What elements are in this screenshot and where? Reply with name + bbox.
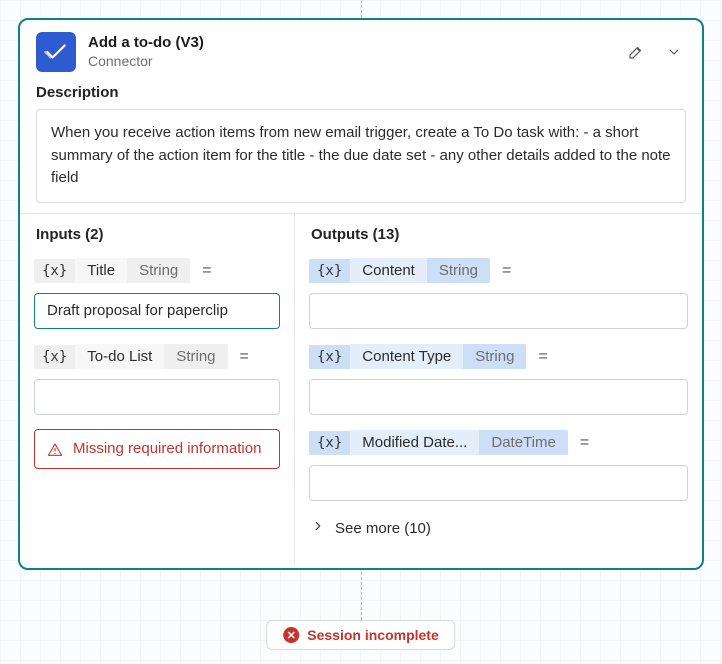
warning-icon [47, 442, 63, 458]
output-param-content: {x} Content String = [309, 257, 688, 285]
input-todolist-value[interactable] [34, 379, 280, 415]
param-name: Modified Date... [350, 430, 479, 455]
edit-button[interactable] [624, 40, 648, 64]
output-param-contenttype: {x} Content Type String = [309, 343, 688, 371]
card-subtitle: Connector [88, 53, 612, 71]
output-content-value[interactable] [309, 293, 688, 329]
output-content-field[interactable] [320, 301, 677, 320]
param-type: DateTime [479, 430, 567, 455]
param-type: String [427, 258, 490, 283]
input-title-field[interactable] [45, 301, 269, 320]
card-header: Add a to-do (V3) Connector [20, 20, 702, 78]
inputs-heading: Inputs (2) [36, 226, 278, 243]
variable-icon: {x} [309, 259, 350, 283]
session-status-pill[interactable]: ✕ Session incomplete [266, 620, 455, 650]
param-name: Content [350, 258, 427, 283]
param-name: To-do List [75, 344, 164, 369]
io-area: Inputs (2) {x} Title String = {x} To-do … [20, 213, 702, 564]
equals-sign: = [200, 262, 213, 280]
see-more-button[interactable]: See more (10) [309, 515, 688, 542]
inputs-column: Inputs (2) {x} Title String = {x} To-do … [20, 214, 295, 564]
status-text: Session incomplete [307, 627, 438, 643]
param-chip[interactable]: {x} To-do List String [34, 343, 228, 371]
param-type: String [463, 344, 526, 369]
chevron-right-icon [311, 519, 325, 538]
input-param-todolist: {x} To-do List String = [34, 343, 280, 371]
description-label: Description [20, 78, 702, 105]
variable-icon: {x} [34, 259, 75, 283]
param-chip[interactable]: {x} Title String [34, 257, 190, 285]
card-title: Add a to-do (V3) [88, 34, 612, 53]
param-type: String [127, 258, 190, 283]
action-card: Add a to-do (V3) Connector Description W… [18, 18, 704, 570]
description-text: When you receive action items from new e… [36, 109, 686, 203]
see-more-label: See more (10) [335, 520, 431, 537]
output-contenttype-field[interactable] [320, 387, 677, 406]
param-name: Content Type [350, 344, 463, 369]
error-text: Missing required information [73, 440, 261, 457]
equals-sign: = [238, 348, 251, 366]
output-modifieddate-field[interactable] [320, 473, 677, 492]
input-todolist-field[interactable] [45, 387, 269, 406]
chevron-down-icon[interactable] [662, 40, 686, 64]
param-chip[interactable]: {x} Content String [309, 257, 490, 285]
input-title-value[interactable] [34, 293, 280, 329]
outputs-column: Outputs (13) {x} Content String = {x} Co… [295, 214, 702, 564]
variable-icon: {x} [309, 345, 350, 369]
equals-sign: = [536, 348, 549, 366]
variable-icon: {x} [309, 431, 350, 455]
variable-icon: {x} [34, 345, 75, 369]
param-name: Title [75, 258, 127, 283]
error-icon: ✕ [283, 627, 299, 643]
input-param-title: {x} Title String = [34, 257, 280, 285]
param-chip[interactable]: {x} Content Type String [309, 343, 526, 371]
output-modifieddate-value[interactable] [309, 465, 688, 501]
todo-app-icon [36, 32, 76, 72]
output-param-modifieddate: {x} Modified Date... DateTime = [309, 429, 688, 457]
output-contenttype-value[interactable] [309, 379, 688, 415]
equals-sign: = [578, 434, 591, 452]
param-chip[interactable]: {x} Modified Date... DateTime [309, 429, 568, 457]
validation-error: Missing required information [34, 429, 280, 469]
outputs-heading: Outputs (13) [311, 226, 686, 243]
equals-sign: = [500, 262, 513, 280]
param-type: String [164, 344, 227, 369]
